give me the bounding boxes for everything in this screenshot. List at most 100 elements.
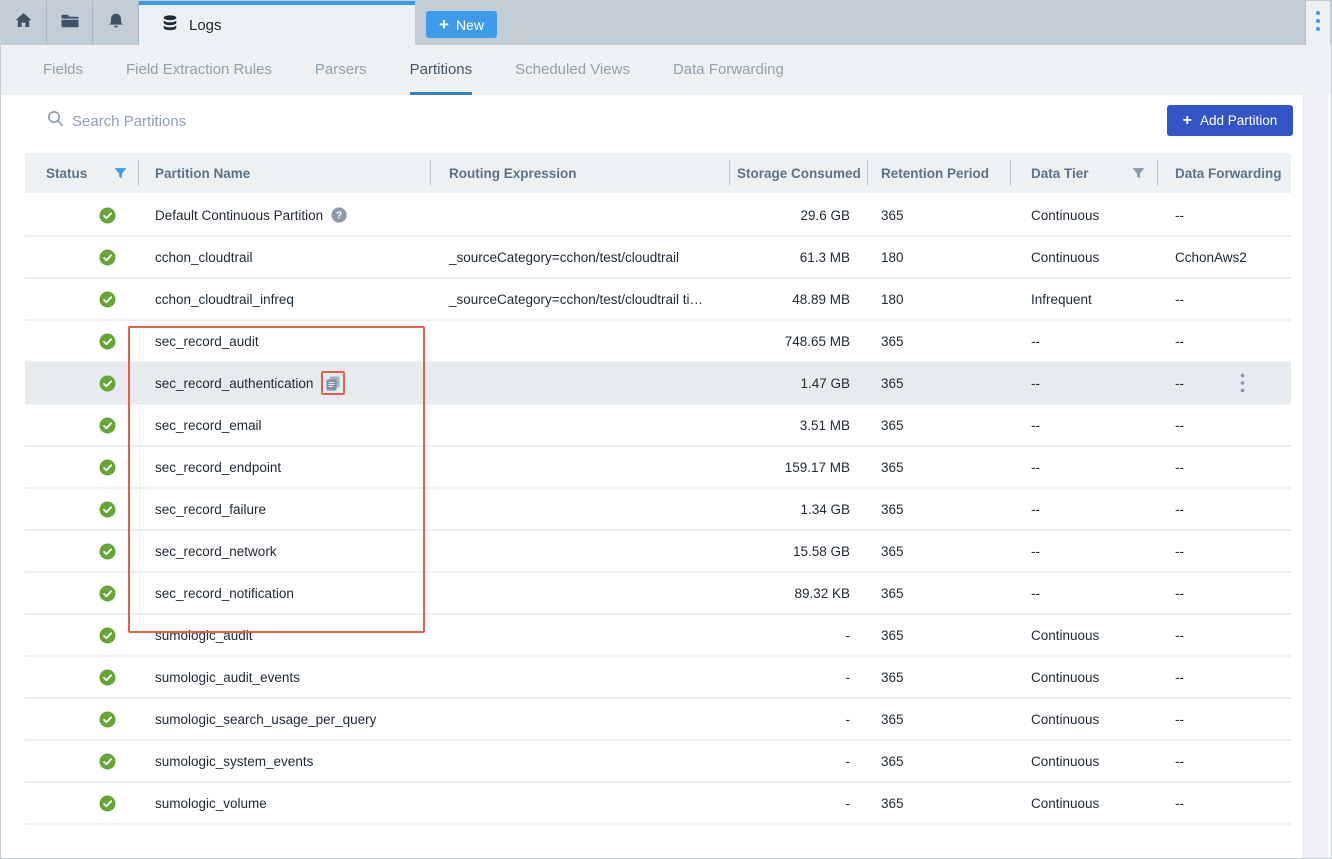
tab-scheduled-views[interactable]: Scheduled Views — [515, 45, 630, 95]
status-ok-icon — [99, 543, 116, 560]
partition-name-cell[interactable]: sec_record_email — [138, 418, 430, 433]
partition-name-cell[interactable]: sec_record_failure — [138, 502, 430, 517]
table-row[interactable]: sec_record_email3.51 MB365---- — [25, 405, 1291, 447]
partition-name: sumologic_system_events — [155, 754, 313, 769]
tab-fields[interactable]: Fields — [43, 45, 83, 95]
data-forwarding-cell: -- — [1157, 670, 1291, 685]
partition-name: sec_record_audit — [155, 334, 259, 349]
retention-period-cell: 365 — [867, 586, 1010, 601]
status-cell — [25, 207, 138, 224]
section-tabs: Fields Field Extraction Rules Parsers Parti… — [1, 45, 1331, 95]
partition-name-cell[interactable]: sec_record_authentication — [138, 371, 430, 395]
scrollbar-track[interactable] — [1302, 95, 1328, 859]
column-header-storage-consumed: Storage Consumed — [729, 153, 867, 193]
table-row[interactable]: sec_record_endpoint159.17 MB365---- — [25, 447, 1291, 489]
status-ok-icon — [99, 417, 116, 434]
table-row[interactable]: sec_record_network15.58 GB365---- — [25, 531, 1291, 573]
partition-name-cell[interactable]: sumologic_search_usage_per_query — [138, 712, 430, 727]
data-forwarding-cell: -- — [1157, 460, 1291, 475]
table-row[interactable]: cchon_cloudtrail_sourceCategory=cchon/te… — [25, 237, 1291, 279]
add-partition-button[interactable]: + Add Partition — [1167, 105, 1293, 136]
partitions-table: StatusPartition NameRouting ExpressionSt… — [25, 153, 1291, 825]
data-forwarding-cell: CchonAws2 — [1157, 250, 1291, 265]
partition-name-cell[interactable]: sec_record_network — [138, 544, 430, 559]
partition-name: sumologic_search_usage_per_query — [155, 712, 376, 727]
data-tier-cell: Continuous — [1010, 712, 1157, 727]
table-row[interactable]: sec_record_audit748.65 MB365---- — [25, 321, 1291, 363]
search-input[interactable] — [72, 113, 372, 130]
column-label: Retention Period — [881, 166, 989, 181]
table-row[interactable]: sumologic_volume-365Continuous-- — [25, 783, 1291, 825]
partition-name-cell[interactable]: sumologic_audit_events — [138, 670, 430, 685]
search-bar — [47, 110, 372, 132]
table-row[interactable]: sumologic_system_events-365Continuous-- — [25, 741, 1291, 783]
alerts-nav-button[interactable] — [93, 1, 139, 45]
retention-period-cell: 365 — [867, 544, 1010, 559]
tab-data-forwarding[interactable]: Data Forwarding — [673, 45, 784, 95]
column-label: Data Tier — [1031, 166, 1089, 181]
data-tier-cell: -- — [1010, 502, 1157, 517]
table-row[interactable]: sumologic_audit_events-365Continuous-- — [25, 657, 1291, 699]
filter-funnel-icon[interactable] — [113, 166, 128, 181]
data-forwarding-cell: -- — [1157, 628, 1291, 643]
data-forwarding-cell: -- — [1157, 502, 1291, 517]
storage-consumed-cell: 3.51 MB — [729, 418, 867, 433]
partition-name: sec_record_endpoint — [155, 460, 281, 475]
column-header-retention-period: Retention Period — [867, 153, 1010, 193]
row-menu-kebab-icon[interactable] — [1233, 363, 1251, 403]
partition-name-cell[interactable]: sec_record_audit — [138, 334, 430, 349]
table-row[interactable]: cchon_cloudtrail_infreq_sourceCategory=c… — [25, 279, 1291, 321]
column-label: Storage Consumed — [737, 166, 861, 181]
partition-name-cell[interactable]: sumologic_volume — [138, 796, 430, 811]
status-ok-icon — [99, 627, 116, 644]
storage-consumed-cell: 89.32 KB — [729, 586, 867, 601]
table-row[interactable]: sec_record_notification89.32 KB365---- — [25, 573, 1291, 615]
status-cell — [25, 543, 138, 560]
new-button[interactable]: + New — [426, 11, 497, 38]
retention-period-cell: 180 — [867, 250, 1010, 265]
partition-name-cell[interactable]: sec_record_endpoint — [138, 460, 430, 475]
partitions-panel: + Add Partition StatusPartition NameRout… — [1, 95, 1331, 859]
tab-partitions[interactable]: Partitions — [410, 45, 473, 95]
column-label: Data Forwarding — [1175, 166, 1282, 181]
copy-icon[interactable] — [321, 371, 345, 395]
tab-field-extraction-rules[interactable]: Field Extraction Rules — [126, 45, 272, 95]
data-tier-cell: -- — [1010, 376, 1157, 391]
window-overflow-menu[interactable] — [1305, 1, 1330, 45]
status-ok-icon — [99, 333, 116, 350]
table-header: StatusPartition NameRouting ExpressionSt… — [25, 153, 1291, 193]
data-tier-cell: Continuous — [1010, 796, 1157, 811]
partition-name-cell[interactable]: sumologic_system_events — [138, 754, 430, 769]
partition-name-cell[interactable]: sec_record_notification — [138, 586, 430, 601]
partition-name-cell[interactable]: Default Continuous Partition? — [138, 207, 430, 223]
home-nav-button[interactable] — [1, 1, 47, 45]
filter-funnel-icon[interactable] — [1131, 166, 1146, 181]
partition-name-cell[interactable]: cchon_cloudtrail_infreq — [138, 292, 430, 307]
storage-consumed-cell: 159.17 MB — [729, 460, 867, 475]
table-row[interactable]: sec_record_failure1.34 GB365---- — [25, 489, 1291, 531]
partition-name: Default Continuous Partition — [155, 208, 323, 223]
partition-name-cell[interactable]: sumologic_audit — [138, 628, 430, 643]
tab-parsers[interactable]: Parsers — [315, 45, 367, 95]
table-row[interactable]: sec_record_authentication1.47 GB365---- — [25, 363, 1291, 405]
table-row[interactable]: sumologic_audit-365Continuous-- — [25, 615, 1291, 657]
data-forwarding-cell: -- — [1157, 796, 1291, 811]
bell-icon — [107, 12, 125, 35]
table-row[interactable]: sumologic_search_usage_per_query-365Cont… — [25, 699, 1291, 741]
routing-expression-cell: _sourceCategory=cchon/test/cloudtrail ti… — [430, 292, 729, 307]
partition-name-cell[interactable]: cchon_cloudtrail — [138, 250, 430, 265]
table-row[interactable]: Default Continuous Partition?29.6 GB365C… — [25, 195, 1291, 237]
partition-name: sumologic_audit_events — [155, 670, 300, 685]
top-bar: Logs + New — [1, 1, 1331, 45]
retention-period-cell: 365 — [867, 502, 1010, 517]
data-forwarding-cell: -- — [1157, 292, 1291, 307]
plus-icon: + — [439, 16, 449, 33]
retention-period-cell: 365 — [867, 628, 1010, 643]
global-nav — [1, 1, 139, 45]
help-icon[interactable]: ? — [331, 207, 347, 223]
column-label: Routing Expression — [449, 166, 577, 181]
data-tier-cell: Continuous — [1010, 628, 1157, 643]
tab-logs[interactable]: Logs — [139, 1, 415, 45]
library-nav-button[interactable] — [47, 1, 93, 45]
status-ok-icon — [99, 501, 116, 518]
